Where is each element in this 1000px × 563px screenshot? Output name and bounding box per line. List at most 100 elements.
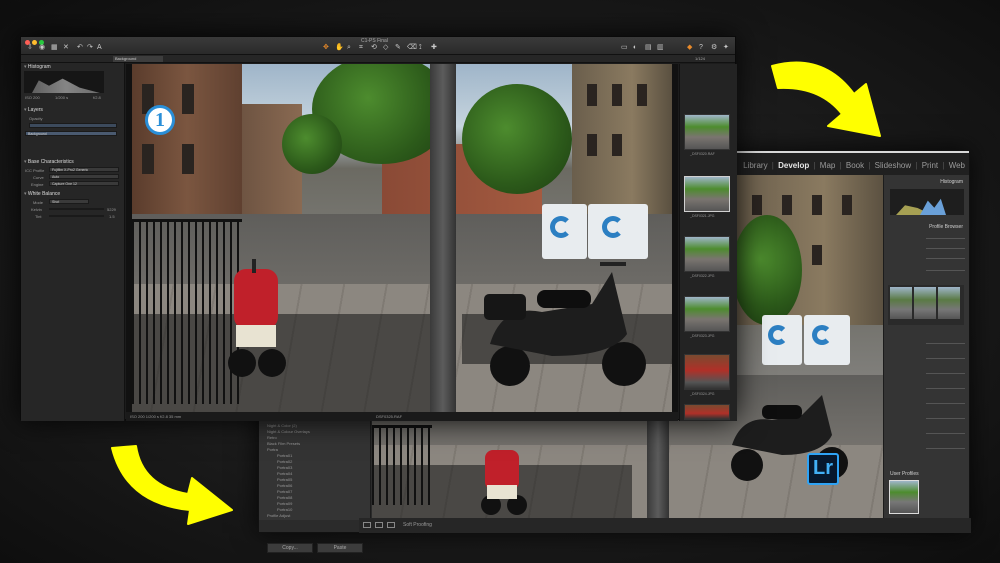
- capture-one-logo: 1: [145, 105, 175, 135]
- keystone-tool-icon[interactable]: ◇: [383, 44, 389, 51]
- wb-mode-label: Mode: [33, 200, 44, 205]
- module-library[interactable]: Library: [743, 161, 767, 170]
- zoom-tool-icon[interactable]: ⌕: [347, 44, 353, 51]
- red-scooter-image: [228, 259, 286, 377]
- window-titlebar: C1-PS Final ⇩ ◉ ▦ ✕ ↶ ↷ A ✥ ✋ ⌕ ⌗ ⟲ ◇ ✎ …: [21, 37, 735, 55]
- before-after-icon[interactable]: [387, 522, 395, 528]
- heal-tool-icon[interactable]: ✚: [431, 44, 437, 51]
- iso-readout: ISO 200: [25, 95, 40, 100]
- filmstrip-thumbnail[interactable]: [684, 296, 730, 332]
- loupe-view-icon[interactable]: [363, 522, 371, 528]
- filmstrip-thumbnail[interactable]: [684, 236, 730, 272]
- filmstrip-filename: _DSF0320.RAF: [690, 152, 715, 156]
- filmstrip-thumbnail[interactable]: [684, 404, 730, 420]
- filmstrip: _DSF0320.RAF _DSF0321.JPG _DSF0322.JPG _…: [679, 64, 737, 421]
- camera-icon[interactable]: ◉: [39, 44, 45, 51]
- icc-profile-label: ICC Profile: [25, 168, 45, 173]
- filmstrip-thumbnail[interactable]: [684, 114, 730, 150]
- wb-mode-select[interactable]: Shot: [49, 199, 89, 204]
- profile-thumbnails: [888, 285, 964, 325]
- settings-icon[interactable]: ⚙: [711, 44, 717, 51]
- preset-item[interactable]: Profile Adjust: [267, 513, 310, 519]
- shutter-readout: 1/200 s: [55, 95, 69, 100]
- crop-tool-icon[interactable]: ⌗: [359, 44, 365, 51]
- module-book[interactable]: Book: [846, 161, 864, 170]
- histogram-section-title[interactable]: Histogram: [24, 64, 51, 70]
- develop-icon[interactable]: ◆: [687, 44, 693, 51]
- compare-view-icon[interactable]: [375, 522, 383, 528]
- user-profile-thumbnail[interactable]: [889, 480, 919, 514]
- lightroom-logo: Lr: [807, 453, 839, 485]
- engine-label: Engine: [31, 182, 44, 187]
- kelvin-label: Kelvin: [31, 207, 42, 212]
- eraser-tool-icon[interactable]: ⌫: [407, 44, 417, 51]
- user-profiles-title[interactable]: User Profiles: [890, 471, 919, 477]
- text-icon[interactable]: A: [97, 44, 103, 51]
- wand-icon[interactable]: ✦: [723, 44, 729, 51]
- current-filename: DSF0325.RAF: [376, 414, 403, 419]
- icc-profile-select[interactable]: Fujifilm X-Pro2 Generic: [49, 167, 119, 172]
- module-slideshow[interactable]: Slideshow: [875, 161, 911, 170]
- help-icon[interactable]: ?: [699, 44, 705, 51]
- module-separator: |: [868, 161, 871, 170]
- layers-section-title[interactable]: Layers: [24, 107, 43, 113]
- white-balance-title[interactable]: White Balance: [24, 191, 60, 197]
- histogram-panel-title[interactable]: Histogram: [940, 179, 963, 185]
- red-scooter-image: [481, 450, 527, 515]
- guides-icon[interactable]: ▥: [657, 44, 664, 51]
- scooter-image: [484, 262, 646, 386]
- profile-browser-title[interactable]: Profile Browser: [929, 224, 963, 230]
- filmstrip-filename: _DSF0321.JPG: [690, 214, 715, 218]
- viewer-toolbar: Background 1/124: [21, 55, 735, 63]
- engine-select[interactable]: Capture One 12: [49, 181, 119, 186]
- curve-label: Curve: [33, 175, 44, 180]
- presets-list: Night & Color (2) Night & Colour Overlay…: [267, 423, 310, 519]
- rotate-tool-icon[interactable]: ⟲: [371, 44, 377, 51]
- grid-icon[interactable]: ▦: [51, 44, 58, 51]
- module-map[interactable]: Map: [820, 161, 836, 170]
- tint-value: 1.5: [109, 214, 115, 219]
- filmstrip-thumbnail[interactable]: [684, 176, 730, 212]
- capture-one-photo-preview: [132, 64, 672, 412]
- redo-icon[interactable]: ↷: [87, 44, 93, 51]
- paste-settings-button[interactable]: Paste: [317, 543, 363, 553]
- lightroom-toolbar: Soft Proofing: [359, 518, 971, 533]
- capture-one-window: C1-PS Final ⇩ ◉ ▦ ✕ ↶ ↷ A ✥ ✋ ⌕ ⌗ ⟲ ◇ ✎ …: [20, 36, 737, 421]
- exposure-warning-icon[interactable]: ◐: [633, 44, 639, 51]
- brush-tool-icon[interactable]: ✎: [395, 44, 401, 51]
- cursor-tool-icon[interactable]: ✥: [323, 44, 329, 51]
- base-characteristics-title[interactable]: Base Characteristics: [24, 159, 74, 165]
- undo-icon[interactable]: ↶: [77, 44, 83, 51]
- tint-slider[interactable]: [49, 215, 104, 217]
- filmstrip-thumbnail[interactable]: [684, 354, 730, 390]
- picker-tool-icon[interactable]: ⟟: [419, 44, 425, 51]
- module-web[interactable]: Web: [949, 161, 965, 170]
- layer-selector[interactable]: Background: [113, 56, 163, 62]
- image-counter: 1/124: [694, 56, 705, 61]
- pan-tool-icon[interactable]: ✋: [335, 44, 344, 51]
- capture-one-tools-panel: Histogram ISO 200 1/200 s f/2.8 Layers O…: [21, 63, 125, 421]
- grid-overlay-icon[interactable]: ▤: [645, 44, 652, 51]
- image-viewer[interactable]: [126, 64, 678, 412]
- layer-list[interactable]: [29, 123, 117, 128]
- module-print[interactable]: Print: [922, 161, 938, 170]
- layer-background[interactable]: Background: [25, 131, 117, 136]
- curve-select[interactable]: Auto: [49, 174, 119, 179]
- exif-readout: ISO 200 1/200 s f/2.8 35 mm: [130, 414, 182, 419]
- module-develop[interactable]: Develop: [778, 161, 809, 170]
- opacity-label: Opacity: [29, 116, 43, 121]
- histogram-graph: [890, 189, 964, 215]
- soft-proofing-toggle[interactable]: Soft Proofing: [403, 522, 432, 528]
- lightroom-module-picker: Library | Develop | Map | Book | Slidesh…: [741, 161, 965, 170]
- import-icon[interactable]: ⇩: [27, 44, 33, 51]
- kelvin-slider[interactable]: [49, 208, 104, 210]
- histogram-graph: [24, 71, 104, 93]
- filmstrip-filename: _DSF0322.JPG: [690, 274, 715, 278]
- proof-icon[interactable]: ▭: [621, 44, 628, 51]
- kelvin-value: 5229: [107, 207, 116, 212]
- delete-icon[interactable]: ✕: [63, 44, 69, 51]
- viewer-status-bar: ISO 200 1/200 s f/2.8 35 mm DSF0325.RAF: [126, 412, 678, 421]
- aperture-readout: f/2.8: [93, 95, 101, 100]
- copy-settings-button[interactable]: Copy...: [267, 543, 313, 553]
- module-separator: |: [839, 161, 842, 170]
